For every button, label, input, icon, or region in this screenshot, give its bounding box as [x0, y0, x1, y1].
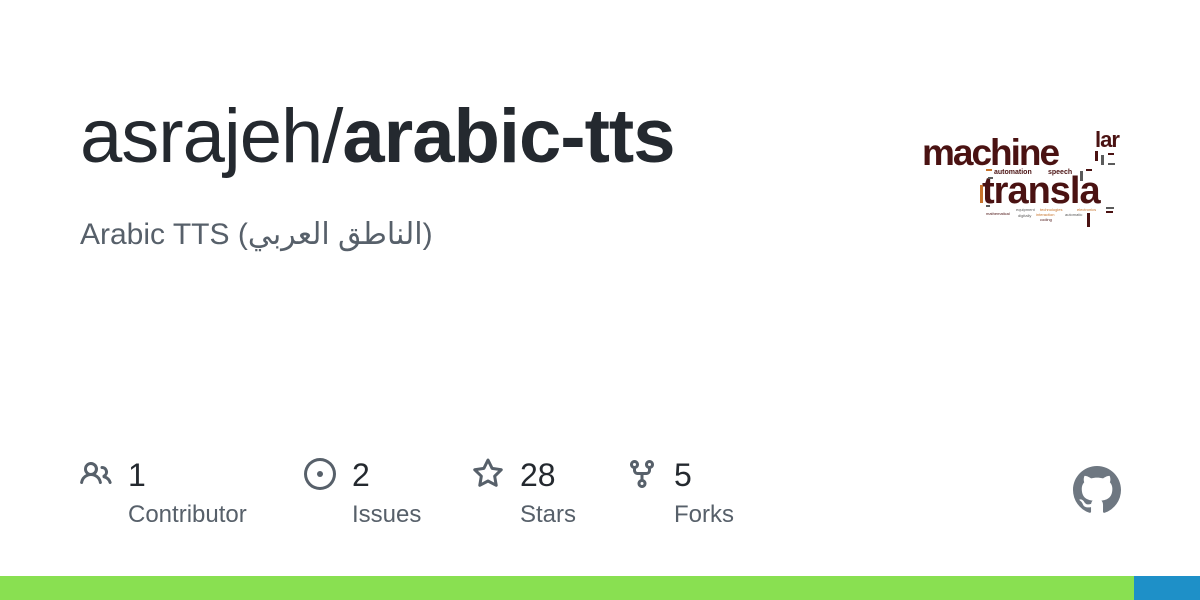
repo-owner[interactable]: asrajeh/: [80, 94, 343, 179]
repo-name[interactable]: arabic-tts: [342, 94, 675, 179]
repo-title[interactable]: asrajeh/arabic-tts: [80, 92, 676, 182]
issue-opened-icon: [304, 458, 336, 490]
repo-forked-icon: [626, 458, 658, 490]
stat-issues-label: Issues: [352, 501, 422, 528]
stat-stars-count: 28: [520, 457, 556, 493]
logo-word-equipment: equipment: [1016, 207, 1036, 212]
stat-forks-label: Forks: [674, 501, 734, 528]
stat-contributors-count: 1: [128, 457, 146, 493]
people-icon: [80, 458, 112, 490]
stat-stars-label: Stars: [520, 501, 577, 528]
logo-word-coding: coding: [1040, 217, 1052, 222]
logo-word-digitally: digitally: [1018, 213, 1031, 218]
repo-stats: 1 Contributor 2 Issues 28 Stars 5 Forks: [0, 450, 1200, 540]
star-icon: [472, 458, 504, 490]
logo-word-lar: lar: [1095, 127, 1120, 152]
language-bar-segment: [0, 576, 1134, 600]
github-mark-icon[interactable]: [1073, 466, 1121, 514]
logo-word-machine: machine: [922, 132, 1060, 173]
stat-forks-count: 5: [674, 457, 692, 493]
stat-contributors-label: Contributor: [128, 501, 247, 528]
logo-word-automatic: automatic: [1065, 212, 1082, 217]
repo-description: Arabic TTS (الناطق العربي): [80, 218, 433, 251]
repo-logo-image: machine lar automation speech transla eq…: [920, 125, 1120, 230]
language-bar: [0, 576, 1200, 600]
logo-word-transla: transla: [982, 170, 1101, 212]
stat-issues-count: 2: [352, 457, 370, 493]
language-bar-segment: [1134, 576, 1200, 600]
logo-word-mathematical: mathematical: [986, 211, 1010, 216]
